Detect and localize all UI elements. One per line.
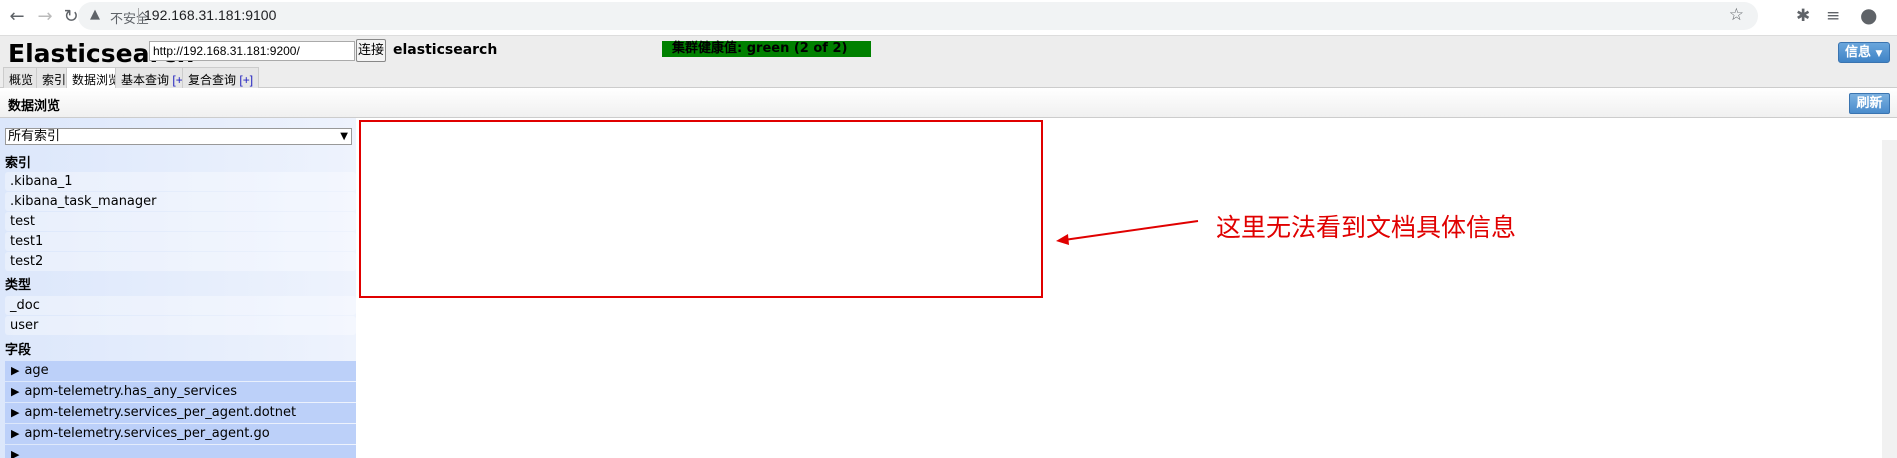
annotation-arrow-icon xyxy=(1056,220,1199,245)
expand-triangle-icon: ▶ xyxy=(11,364,20,377)
index-item[interactable]: test xyxy=(5,212,356,231)
tab-compound-query[interactable]: 复合查询 [+] xyxy=(182,67,260,88)
info-menu-button[interactable]: 信息 ▼ xyxy=(1838,42,1890,63)
media-queue-icon[interactable]: ≡ xyxy=(1826,6,1840,26)
field-item[interactable]: ▶ age xyxy=(5,361,356,381)
cluster-name: elasticsearch xyxy=(393,42,498,58)
annotation-box xyxy=(359,120,1043,298)
profile-icon[interactable]: ● xyxy=(1860,3,1877,27)
cluster-health-badge: 集群健康值: green (2 of 2) xyxy=(662,41,871,57)
index-item[interactable]: test2 xyxy=(5,252,356,271)
select-value: 所有索引 xyxy=(8,129,61,144)
index-item[interactable]: test1 xyxy=(5,232,356,251)
connect-button[interactable]: 连接 xyxy=(356,39,386,62)
browser-toolbar: ← → ↻ ▲ 不安全 192.168.31.181:9100 ☆ ✱ ≡ ● xyxy=(0,0,1897,36)
field-label: age xyxy=(24,363,49,378)
add-tab-link[interactable]: [+] xyxy=(239,73,253,87)
chevron-down-icon: ▼ xyxy=(340,131,348,142)
index-select[interactable]: 所有索引 ▼ xyxy=(5,128,352,145)
field-item[interactable]: ▶ apm-telemetry.services_per_agent.go xyxy=(5,424,356,444)
back-icon[interactable]: ← xyxy=(6,6,28,27)
app-header: Elasticsearch 连接 elasticsearch 集群健康值: gr… xyxy=(0,36,1897,89)
sidebar: 所有索引 ▼ 索引 .kibana_1 .kibana_task_manager … xyxy=(0,118,356,458)
index-item[interactable]: .kibana_task_manager xyxy=(5,192,356,211)
host-input[interactable] xyxy=(149,41,355,61)
type-item[interactable]: _doc xyxy=(5,296,356,315)
type-item[interactable]: user xyxy=(5,316,356,335)
tab-label: 基本查询 xyxy=(121,73,170,87)
address-bar[interactable]: ▲ 不安全 192.168.31.181:9100 ☆ xyxy=(78,2,1758,30)
scrollbar[interactable] xyxy=(1882,140,1897,458)
divider xyxy=(138,8,139,24)
fields-heading: 字段 xyxy=(5,343,32,358)
expand-triangle-icon: ▶ xyxy=(11,406,20,419)
tab-overview[interactable]: 概览 xyxy=(3,67,40,88)
tab-label: 概览 xyxy=(9,73,34,87)
expand-triangle-icon: ▶ xyxy=(11,385,20,398)
tab-label: 复合查询 xyxy=(188,73,237,87)
tab-basic-query[interactable]: 基本查询 [+] xyxy=(115,67,193,88)
extensions-icon[interactable]: ✱ xyxy=(1796,6,1810,26)
tab-label: 数据浏览 xyxy=(72,73,121,87)
indices-heading: 索引 xyxy=(5,156,32,171)
expand-triangle-icon: ▶ xyxy=(11,427,20,440)
field-item[interactable]: ▶ apm-telemetry.services_per_agent.dotnet xyxy=(5,403,356,423)
field-label: apm-telemetry.services_per_agent.go xyxy=(24,426,270,441)
field-item[interactable]: ▶ apm-telemetry.has_any_services xyxy=(5,382,356,402)
url-text[interactable]: 192.168.31.181:9100 xyxy=(144,7,276,23)
warning-icon[interactable]: ▲ xyxy=(90,7,100,22)
forward-icon[interactable]: → xyxy=(34,6,56,27)
field-label: apm-telemetry.has_any_services xyxy=(24,384,238,399)
refresh-button[interactable]: 刷新 xyxy=(1849,93,1890,114)
index-item[interactable]: .kibana_1 xyxy=(5,172,356,191)
section-header: 数据浏览 刷新 xyxy=(0,88,1897,118)
types-heading: 类型 xyxy=(5,278,32,293)
star-icon[interactable]: ☆ xyxy=(1729,5,1744,25)
tab-label: 索引 xyxy=(42,73,67,87)
section-title: 数据浏览 xyxy=(8,99,61,114)
annotation-text: 这里无法看到文档具体信息 xyxy=(1216,213,1517,242)
field-item[interactable]: ▶ xyxy=(5,445,356,458)
expand-triangle-icon: ▶ xyxy=(11,448,20,458)
caret-down-icon: ▼ xyxy=(1875,49,1883,59)
info-label: 信息 xyxy=(1845,45,1872,60)
field-label: apm-telemetry.services_per_agent.dotnet xyxy=(24,405,297,420)
